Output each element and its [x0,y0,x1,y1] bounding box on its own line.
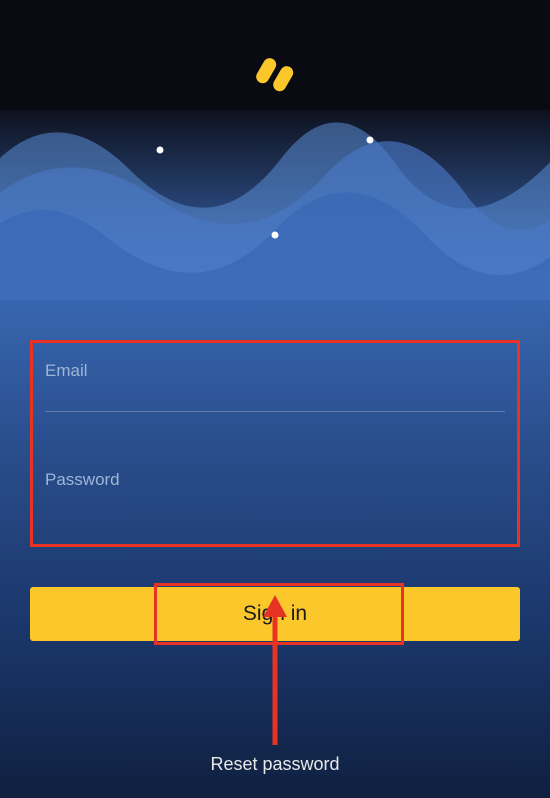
annotation-arrow-icon [260,595,290,745]
app-logo-icon [252,50,298,105]
email-field-wrap: Email [45,361,505,412]
email-input[interactable] [45,389,505,412]
password-input[interactable] [45,498,505,520]
email-label: Email [45,361,505,389]
password-label: Password [45,470,505,498]
input-highlight-box: Email Password [30,340,520,547]
background-waves [0,0,550,300]
password-field-wrap: Password [45,470,505,520]
reset-password-link[interactable]: Reset password [0,754,550,775]
